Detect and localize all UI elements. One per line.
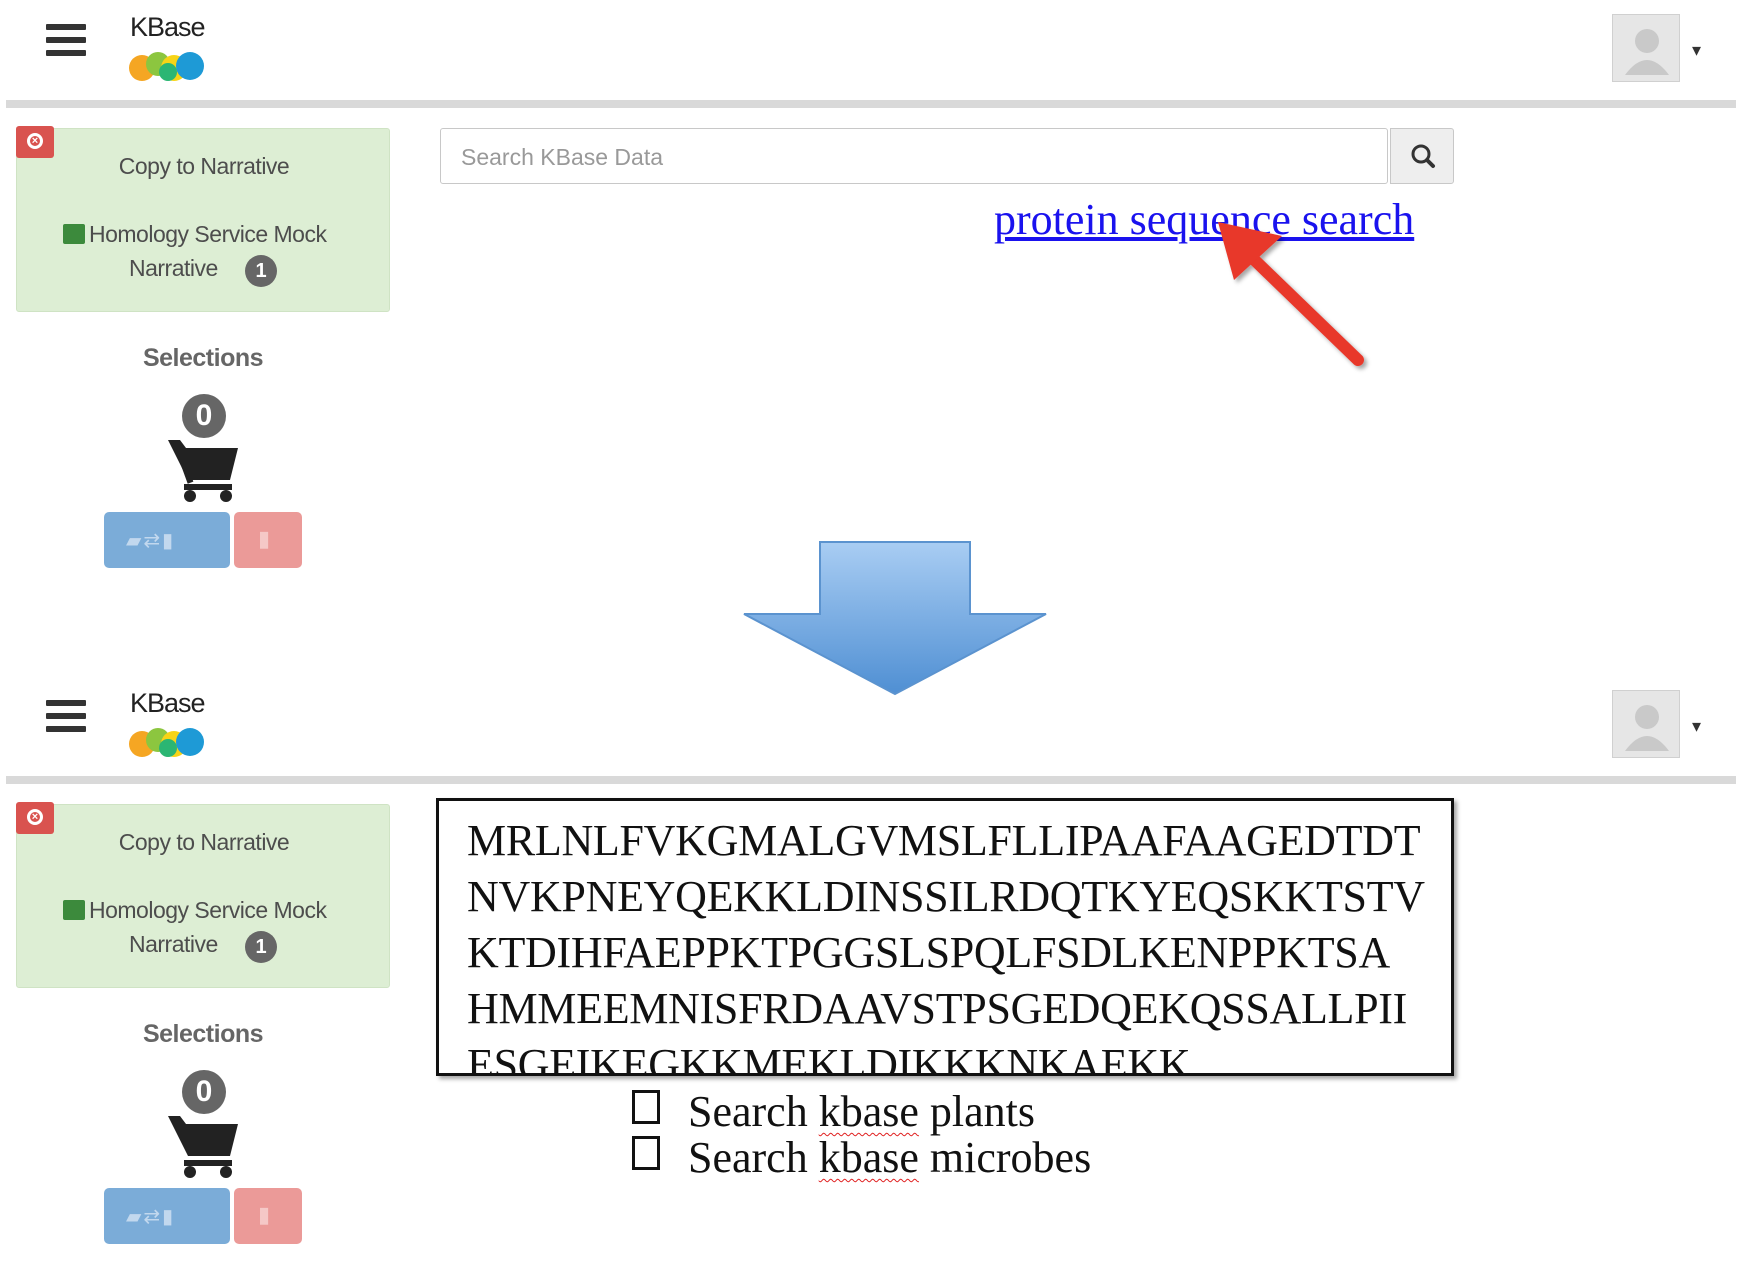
protein-sequence-textarea[interactable]: MRLNLFVKGMALGVMSLFLLIPAAFAAGEDTDT NVKPNE… — [436, 798, 1454, 1076]
logo-text: KBase — [130, 12, 206, 42]
narrative-card[interactable]: Copy to Narrative Homology Service Mock … — [16, 804, 390, 988]
narrative-name: Homology Service Mock — [63, 897, 327, 924]
narrative-icon — [63, 900, 85, 920]
kbase-logo[interactable]: KBase — [128, 12, 218, 82]
user-avatar-icon[interactable] — [1612, 14, 1680, 82]
narrative-name-line2: Narrative — [129, 931, 218, 957]
search-plants-label: Search kbase plants — [688, 1087, 1036, 1136]
search-input[interactable] — [441, 129, 1389, 185]
sequence-line: NVKPNEYQEKKLDINSSILRDQTKYEQSKKTSTV — [467, 872, 1425, 921]
selections-count-badge: 0 — [182, 394, 226, 438]
search-box[interactable] — [440, 128, 1389, 185]
red-pointer-arrow-icon — [1218, 222, 1364, 366]
close-icon[interactable]: × — [16, 802, 54, 834]
search-icon — [1411, 144, 1435, 168]
logo-graphic-icon — [129, 52, 204, 81]
narrative-count-badge: 1 — [245, 931, 277, 963]
selections-label: Selections — [142, 1020, 264, 1048]
delete-selection-button[interactable]: ▮ — [234, 1188, 302, 1244]
bottom-screenshot-panel: KBase ▾ Copy to Narrative Homology Servi… — [0, 676, 1742, 1264]
narrative-name-line2: Narrative — [129, 255, 218, 281]
transfer-selection-button[interactable]: ▰⇄▮ — [104, 512, 230, 568]
narrative-card[interactable]: Copy to Narrative Homology Service Mock … — [16, 128, 390, 312]
header-divider — [6, 776, 1736, 784]
narrative-count-badge: 1 — [245, 255, 277, 287]
hamburger-menu-icon[interactable] — [46, 700, 86, 736]
copy-to-narrative-label[interactable]: Copy to Narrative — [17, 829, 391, 856]
caret-down-icon[interactable]: ▾ — [1692, 716, 1701, 737]
search-microbes-checkbox[interactable] — [632, 1136, 660, 1170]
close-icon[interactable]: × — [16, 126, 54, 158]
search-plants-checkbox[interactable] — [632, 1090, 660, 1124]
caret-down-icon[interactable]: ▾ — [1692, 40, 1701, 61]
copy-to-narrative-label[interactable]: Copy to Narrative — [17, 153, 391, 180]
app-header-bottom: KBase ▾ — [0, 676, 1742, 784]
sequence-line: MRLNLFVKGMALGVMSLFLLIPAAFAAGEDTDT — [467, 816, 1421, 865]
search-microbes-label: Search kbase microbes — [688, 1133, 1092, 1182]
sequence-line: KTDIHFAEPPKTPGGSLSPQLFSDLKENPPKTSA — [467, 928, 1390, 977]
cart-icon — [168, 440, 238, 502]
sequence-line: HMMEEMNISFRDAAVSTPSGEDQEKQSSALLPII — [467, 984, 1408, 1033]
logo-text: KBase — [130, 688, 206, 718]
selections-count-badge: 0 — [182, 1070, 226, 1114]
narrative-name-line1: Homology Service Mock — [89, 897, 327, 923]
sequence-line: ESGEIKEGKKMEKLDIKKKNKAEKK — [467, 1040, 1191, 1076]
search-button[interactable] — [1390, 128, 1454, 184]
top-screenshot-panel: KBase ▾ Copy to Narrative Homology Servi… — [0, 0, 1742, 696]
app-header: KBase ▾ — [0, 0, 1742, 108]
transition-down-arrow-icon — [743, 541, 1047, 696]
header-divider — [6, 100, 1736, 108]
narrative-icon — [63, 224, 85, 244]
narrative-name-line1: Homology Service Mock — [89, 221, 327, 247]
delete-selection-button[interactable]: ▮ — [234, 512, 302, 568]
transfer-selection-button[interactable]: ▰⇄▮ — [104, 1188, 230, 1244]
user-avatar-icon[interactable] — [1612, 690, 1680, 758]
selections-label: Selections — [142, 344, 264, 372]
hamburger-menu-icon[interactable] — [46, 24, 86, 60]
cart-icon — [168, 1116, 238, 1178]
kbase-logo[interactable]: KBase — [128, 688, 218, 758]
narrative-name: Homology Service Mock — [63, 221, 327, 248]
logo-graphic-icon — [129, 728, 204, 757]
